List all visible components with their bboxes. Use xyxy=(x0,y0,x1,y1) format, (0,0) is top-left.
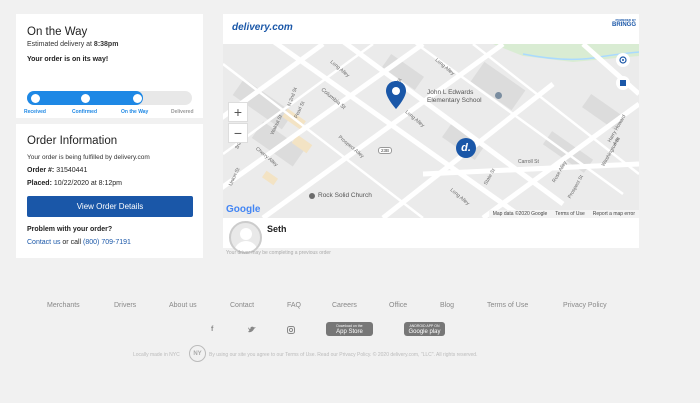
brand-logo: delivery.com xyxy=(232,22,293,33)
step-label-delivered: Delivered xyxy=(171,109,194,115)
view-order-details-button[interactable]: View Order Details xyxy=(27,196,193,217)
ny-seal-icon: NY xyxy=(189,345,206,362)
locate-icon[interactable] xyxy=(616,53,630,67)
map-terms-link[interactable]: Terms of Use xyxy=(555,211,584,217)
order-title: Order Information xyxy=(27,135,118,147)
step-dot-confirmed xyxy=(81,94,90,103)
footer-link-contact[interactable]: Contact xyxy=(230,302,254,309)
step-label-received: Received xyxy=(24,109,46,115)
footer-link-about[interactable]: About us xyxy=(169,302,197,309)
driver-note: Your driver may be completing a previous… xyxy=(226,250,331,256)
problem-title: Problem with your order? xyxy=(27,226,113,233)
footer-link-terms[interactable]: Terms of Use xyxy=(487,302,528,309)
zoom-out-button[interactable]: − xyxy=(228,123,248,143)
step-label-on-the-way: On the Way xyxy=(121,109,149,115)
map-attribution: Map data ©2020 Google Terms of Use Repor… xyxy=(488,210,639,218)
google-logo: Google xyxy=(226,204,261,215)
step-label-confirmed: Confirmed xyxy=(72,109,97,115)
zoom-in-button[interactable]: + xyxy=(228,102,248,122)
contact-us-link[interactable]: Contact us xyxy=(27,239,60,246)
instagram-icon[interactable] xyxy=(287,326,295,336)
order-placed: Placed: 10/22/2020 at 8:12pm xyxy=(27,180,122,187)
footer-link-drivers[interactable]: Drivers xyxy=(114,302,136,309)
school-label: John L Edwards Elementary School xyxy=(427,89,482,104)
order-number: Order #: 31540441 xyxy=(27,167,88,174)
phone-link[interactable]: (800) 709-7191 xyxy=(83,239,131,246)
church-label: Rock Solid Church xyxy=(318,192,372,199)
destination-pin-icon xyxy=(386,81,406,109)
tracking-card: delivery.com POWERED BY BRINGG Columbia … xyxy=(223,14,639,256)
driver-section: Seth Your driver may be completing a pre… xyxy=(223,218,639,256)
facebook-icon[interactable]: f xyxy=(211,326,213,333)
order-card: Order Information Your order is being fu… xyxy=(16,124,203,258)
bringg-logo: POWERED BY BRINGG xyxy=(612,18,636,28)
status-message: Your order is on its way! xyxy=(27,56,109,63)
fulfilled-text: Your order is being fulfilled by deliver… xyxy=(27,154,150,161)
route-badge: 23B xyxy=(378,147,393,154)
made-in-nyc: Locally made in NYC xyxy=(133,352,180,358)
footer-link-blog[interactable]: Blog xyxy=(440,302,454,309)
footer-link-privacy[interactable]: Privacy Policy xyxy=(563,302,607,309)
church-marker-icon xyxy=(309,193,315,199)
footer-link-careers[interactable]: Careers xyxy=(332,302,357,309)
map-header: delivery.com POWERED BY BRINGG xyxy=(223,14,639,44)
driver-location-icon[interactable]: d. xyxy=(456,138,476,158)
delivery-estimate: Estimated delivery at 8:38pm xyxy=(27,41,119,48)
app-store-badge[interactable]: Download on the App Store xyxy=(326,322,373,336)
driver-name: Seth xyxy=(267,224,287,234)
map-canvas xyxy=(223,44,639,218)
status-card: On the Way Estimated delivery at 8:38pm … xyxy=(16,14,203,118)
step-dot-received xyxy=(31,94,40,103)
map-report-link[interactable]: Report a map error xyxy=(593,211,635,217)
footer-link-merchants[interactable]: Merchants xyxy=(47,302,80,309)
footer-link-faq[interactable]: FAQ xyxy=(287,302,301,309)
legal-text: By using our site you agree to our Terms… xyxy=(209,352,478,358)
street-label: Carroll St xyxy=(518,159,539,165)
school-marker-icon xyxy=(495,92,502,99)
footer-link-office[interactable]: Office xyxy=(389,302,407,309)
map-view[interactable]: Columbia St N 2nd St Pearl St Prospect A… xyxy=(223,44,639,218)
progress-track xyxy=(27,91,192,105)
contact-line: Contact us or call (800) 709-7191 xyxy=(27,239,131,246)
twitter-icon[interactable] xyxy=(248,326,256,335)
status-title: On the Way xyxy=(27,26,88,38)
google-play-badge[interactable]: ANDROID APP ON Google play xyxy=(404,322,445,336)
layers-icon[interactable] xyxy=(616,76,630,90)
step-dot-on-the-way xyxy=(133,94,142,103)
